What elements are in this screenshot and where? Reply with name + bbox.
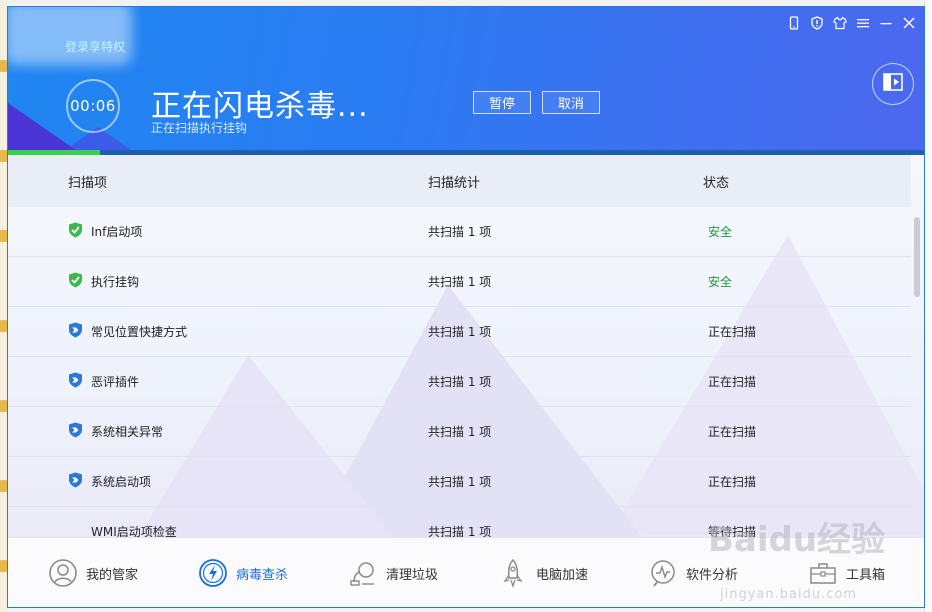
scan-item: 执行挂钩: [68, 272, 139, 291]
butler-icon: [48, 558, 78, 588]
sidebar-toggle-button[interactable]: [872, 63, 914, 105]
scan-item-status: 安全: [708, 275, 733, 289]
analysis-icon: [648, 558, 678, 588]
scan-item-status: 正在扫描: [708, 425, 757, 439]
scan-shield-icon: [68, 372, 83, 391]
menu-icon[interactable]: [855, 15, 870, 30]
nav-item[interactable]: 电脑加速: [498, 538, 589, 607]
scan-item-name: 执行挂钩: [91, 275, 140, 289]
desktop-right-edge: [924, 0, 932, 612]
scan-item-status: 正在扫描: [708, 375, 757, 389]
scan-item: 常见位置快捷方式: [68, 322, 187, 341]
scan-timer: 00:06: [66, 79, 120, 133]
column-header-stat: 扫描统计: [428, 175, 481, 191]
blank-icon: [68, 522, 83, 537]
nav-item-label: 我的管家: [86, 567, 139, 583]
watermark-url: jingyan.baidu.com: [720, 587, 857, 602]
check-shield-icon: [68, 222, 83, 241]
panel-toggle-icon: [883, 73, 903, 95]
vacuum-icon: [348, 558, 378, 588]
check-shield-icon: [68, 272, 83, 291]
scan-item-count: 共扫描 1 项: [428, 325, 492, 339]
rocket-icon: [498, 558, 528, 588]
pause-button[interactable]: 暂停: [473, 91, 531, 114]
scan-item-count: 共扫描 1 项: [428, 275, 492, 289]
scan-item: 系统启动项: [68, 472, 151, 491]
toolbox-icon: [808, 558, 838, 588]
nav-item-label: 工具箱: [846, 567, 886, 583]
virus-scan-icon: [198, 558, 228, 588]
avatar[interactable]: [8, 7, 132, 65]
scan-item-status: 正在扫描: [708, 475, 757, 489]
scan-item: 系统相关异常: [68, 422, 163, 441]
scan-item: WMI启动项检查: [68, 522, 177, 537]
scan-item-count: 共扫描 1 项: [428, 525, 492, 537]
nav-item[interactable]: 清理垃圾: [348, 538, 439, 607]
scan-item-count: 共扫描 1 项: [428, 425, 492, 439]
scan-subtitle: 正在扫描执行挂钩: [151, 121, 248, 135]
nav-item-label: 电脑加速: [536, 567, 589, 583]
header-banner: 登录享特权 00:06 正在闪电杀毒... 正在扫描执行挂钩 暂停 取消: [8, 7, 924, 155]
minimize-icon[interactable]: [878, 15, 893, 30]
scan-shield-icon: [68, 322, 83, 341]
nav-item[interactable]: 病毒查杀: [198, 538, 289, 607]
titlebar-controls: [786, 15, 916, 30]
table-header: 扫描项 扫描统计 状态: [8, 155, 911, 207]
scan-item-name: 恶评插件: [91, 375, 140, 389]
shirt-icon[interactable]: [832, 15, 847, 30]
scan-item: 恶评插件: [68, 372, 139, 391]
table-row: 常见位置快捷方式 共扫描 1 项 正在扫描: [8, 307, 911, 357]
table-row: 恶评插件 共扫描 1 项 正在扫描: [8, 357, 911, 407]
close-icon[interactable]: [901, 15, 916, 30]
phone-icon[interactable]: [786, 15, 801, 30]
column-header-status: 状态: [703, 175, 730, 191]
column-header-item: 扫描项: [68, 175, 108, 191]
scan-item-name: WMI启动项检查: [91, 525, 177, 537]
watermark-logo: Baidu经验: [708, 520, 886, 560]
scan-item-status: 安全: [708, 225, 733, 239]
scan-item-status: 正在扫描: [708, 325, 757, 339]
nav-item-label: 软件分析: [686, 567, 739, 583]
shield-icon[interactable]: [809, 15, 824, 30]
cancel-button[interactable]: 取消: [542, 91, 600, 114]
table-row: 系统相关异常 共扫描 1 项 正在扫描: [8, 407, 911, 457]
table-row: 执行挂钩 共扫描 1 项 安全: [8, 257, 911, 307]
scan-item-count: 共扫描 1 项: [428, 225, 492, 239]
scan-item-name: 常见位置快捷方式: [91, 325, 188, 339]
login-link[interactable]: 登录享特权: [65, 38, 125, 55]
scan-item: Inf启动项: [68, 222, 142, 241]
scan-shield-icon: [68, 472, 83, 491]
scrollbar-thumb[interactable]: [914, 217, 920, 297]
app-window: 登录享特权 00:06 正在闪电杀毒... 正在扫描执行挂钩 暂停 取消 扫描项…: [7, 6, 925, 608]
scan-results-panel: 扫描项 扫描统计 状态 Inf启动项 共扫描 1 项安全 执行挂钩 共扫描 1 项安全…: [8, 155, 924, 537]
table-row: Inf启动项 共扫描 1 项 安全: [8, 207, 911, 257]
nav-item-label: 病毒查杀: [236, 567, 289, 583]
scan-shield-icon: [68, 422, 83, 441]
scan-item-list: Inf启动项 共扫描 1 项安全 执行挂钩 共扫描 1 项安全 常见位置快捷方式 共扫描 …: [8, 207, 911, 537]
nav-item[interactable]: 我的管家: [48, 538, 139, 607]
scan-item-name: Inf启动项: [91, 225, 143, 239]
scan-item-count: 共扫描 1 项: [428, 375, 492, 389]
scan-item-name: 系统启动项: [91, 475, 152, 489]
nav-item-label: 清理垃圾: [386, 567, 439, 583]
scan-item-name: 系统相关异常: [91, 425, 164, 439]
scan-item-count: 共扫描 1 项: [428, 475, 492, 489]
table-row: 系统启动项 共扫描 1 项 正在扫描: [8, 457, 911, 507]
